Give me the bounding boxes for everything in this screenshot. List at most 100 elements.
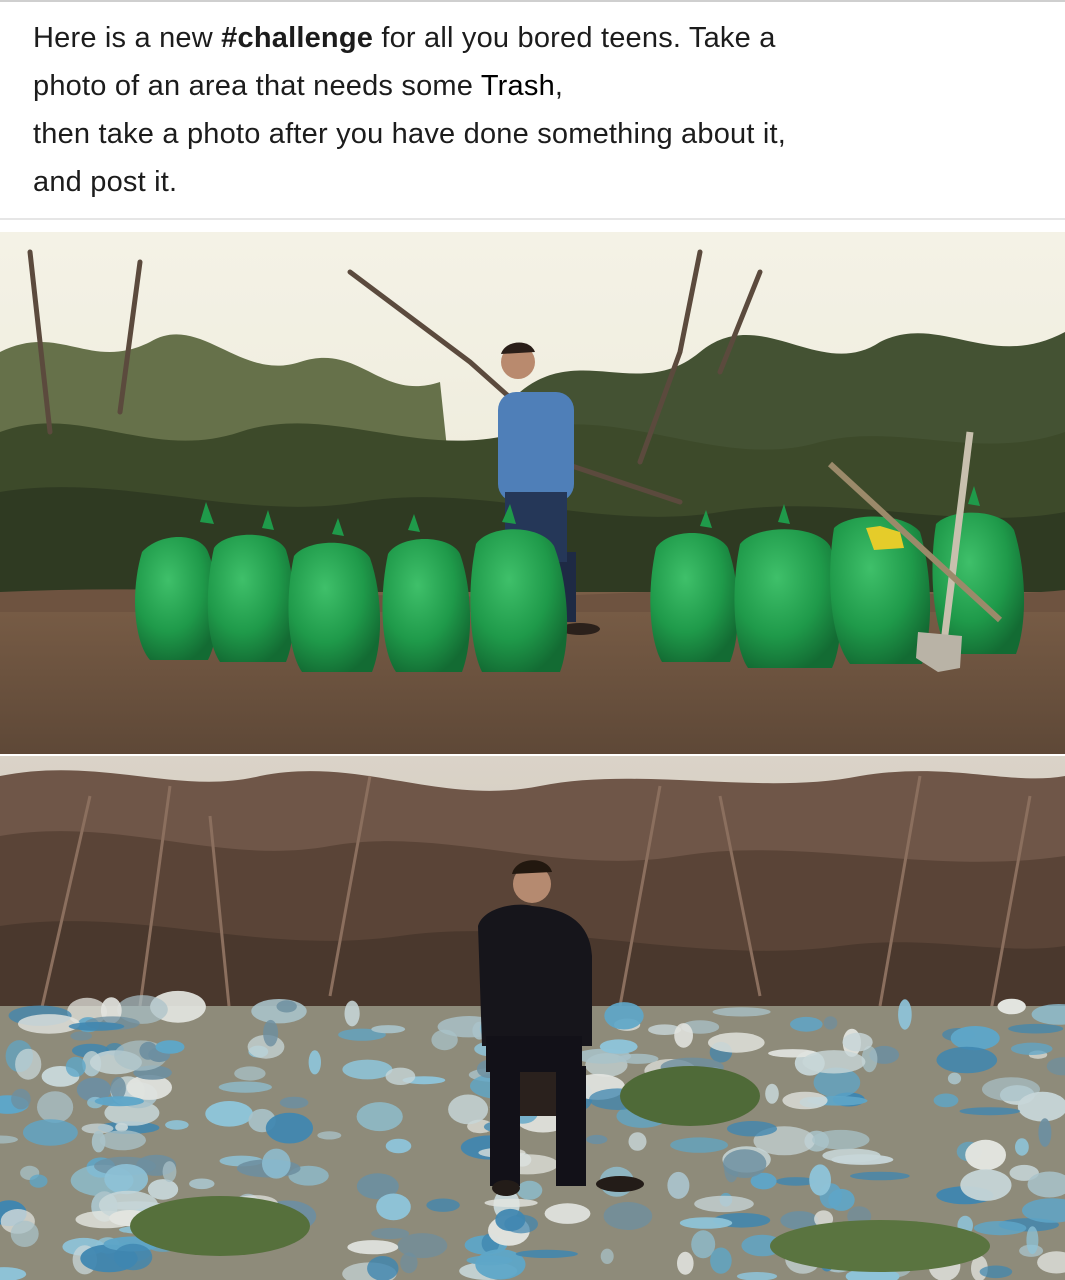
litter-piece	[850, 1171, 910, 1181]
litter-piece	[515, 1249, 578, 1258]
litter-piece	[155, 1040, 185, 1054]
litter-piece	[677, 1251, 694, 1275]
caption-line-1: Here is a new #challenge for all you bor…	[33, 14, 1033, 62]
litter-piece	[936, 1046, 998, 1074]
litter-piece	[23, 1119, 78, 1146]
litter-piece	[933, 1093, 959, 1108]
litter-piece	[1038, 1118, 1052, 1147]
litter-piece	[710, 1247, 732, 1274]
grass-patch	[130, 1196, 310, 1256]
litter-piece	[218, 1081, 272, 1093]
litter-piece	[842, 1032, 873, 1052]
litter-piece	[1026, 1226, 1039, 1255]
litter-piece	[371, 1227, 410, 1240]
litter-piece	[104, 1164, 149, 1195]
litter-piece	[400, 1252, 418, 1274]
litter-piece	[15, 1048, 42, 1080]
litter-piece	[308, 1050, 321, 1075]
litter-piece	[674, 1023, 693, 1048]
litter-piece	[822, 1148, 881, 1163]
litter-piece	[385, 1138, 412, 1154]
litter-piece	[344, 1000, 360, 1027]
litter-piece	[694, 1195, 754, 1213]
litter-piece	[110, 1076, 126, 1100]
litter-piece	[1015, 1138, 1029, 1156]
litter-piece	[960, 1169, 1012, 1201]
litter-piece	[809, 1164, 831, 1196]
litter-piece	[426, 1198, 460, 1212]
photo-after-image	[0, 232, 1065, 754]
litter-piece	[516, 1180, 543, 1200]
litter-piece	[1008, 1023, 1064, 1034]
litter-piece	[376, 1193, 411, 1221]
litter-piece	[959, 1107, 1021, 1116]
litter-piece	[495, 1208, 526, 1232]
litter-piece	[367, 1256, 399, 1280]
litter-piece	[68, 1022, 125, 1031]
litter-piece	[965, 1139, 1006, 1171]
litter-piece	[790, 1016, 823, 1032]
litter-piece	[162, 1161, 177, 1183]
litter-piece	[165, 1120, 189, 1130]
litter-piece	[600, 1248, 614, 1264]
litter-piece	[667, 1171, 690, 1199]
litter-piece	[466, 1255, 513, 1266]
litter-piece	[139, 1041, 158, 1060]
litter-piece	[356, 1102, 403, 1132]
hashtag-link[interactable]: #challenge	[221, 22, 373, 54]
caption-line-4: and post it.	[33, 166, 178, 198]
caption-text: ,	[554, 70, 564, 102]
litter-piece	[189, 1178, 215, 1190]
litter-piece	[586, 1134, 608, 1145]
litter-piece	[617, 1053, 659, 1064]
caption-text: photo of an area that needs some	[33, 70, 481, 102]
litter-piece	[723, 1149, 767, 1178]
litter-piece	[898, 999, 912, 1030]
caption-divider	[0, 218, 1065, 220]
litter-piece	[10, 1220, 39, 1247]
photo-before-cleanup[interactable]	[0, 756, 1065, 1280]
litter-piece	[279, 1096, 309, 1109]
litter-piece	[712, 1007, 771, 1017]
litter-piece	[29, 1174, 48, 1188]
litter-piece	[628, 1132, 647, 1151]
grass-patch	[620, 1066, 760, 1126]
litter-piece	[265, 1112, 313, 1144]
top-border	[0, 0, 1065, 2]
litter-piece	[604, 1002, 644, 1030]
litter-piece	[342, 1059, 393, 1080]
litter-piece	[973, 1221, 1027, 1236]
litter-piece	[431, 1029, 458, 1051]
photo-after-cleanup[interactable]	[0, 232, 1065, 754]
litter-piece	[99, 1130, 146, 1151]
litter-piece	[113, 1243, 153, 1271]
litter-piece	[205, 1101, 253, 1127]
litter-piece	[11, 1088, 31, 1110]
grass-patch	[770, 1220, 990, 1272]
litter-piece	[765, 1083, 779, 1104]
litter-piece	[812, 1129, 870, 1150]
litter-piece	[347, 1240, 399, 1255]
litter-piece	[947, 1072, 962, 1085]
litter-piece	[544, 1203, 591, 1224]
caption-line-2: photo of an area that needs some Trash,	[33, 62, 1033, 110]
litter-piece	[385, 1067, 416, 1085]
litter-piece	[276, 1000, 297, 1013]
litter-piece	[950, 1026, 1000, 1051]
caption-line-3: then take a photo after you have done so…	[33, 118, 787, 150]
litter-piece	[94, 1096, 144, 1107]
litter-piece	[1010, 1042, 1053, 1055]
litter-piece	[262, 1148, 291, 1179]
litter-piece	[782, 1091, 828, 1110]
caption-text: for all you bored teens. Take a	[373, 22, 776, 54]
litter-piece	[65, 1056, 86, 1077]
litter-piece	[679, 1217, 733, 1229]
post-caption: Here is a new #challenge for all you bor…	[33, 14, 1033, 206]
litter-piece	[727, 1121, 777, 1137]
litter-piece	[371, 1025, 406, 1034]
litter-piece	[979, 1265, 1013, 1279]
litter-piece	[997, 998, 1026, 1015]
caption-text: Here is a new	[33, 22, 222, 54]
litter-piece	[670, 1137, 728, 1153]
litter-piece	[823, 1016, 838, 1030]
